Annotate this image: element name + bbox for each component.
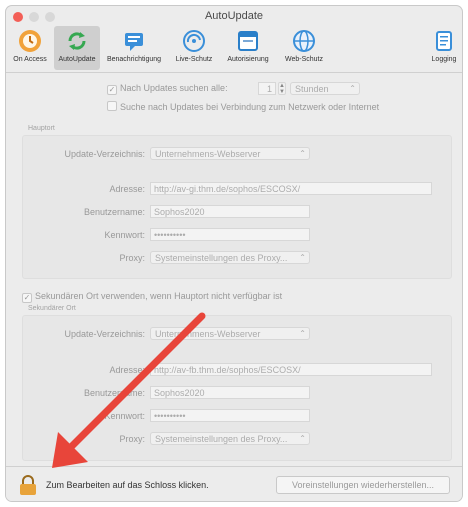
toolbar: On Access AutoUpdate Benachrichtigung Li… bbox=[6, 26, 462, 73]
primary-address-label: Adresse: bbox=[109, 184, 145, 194]
toolbar-item-notification[interactable]: Benachrichtigung bbox=[102, 26, 166, 70]
primary-username-label: Benutzername: bbox=[83, 207, 145, 217]
logging-icon bbox=[436, 31, 452, 51]
toolbar-item-on-access[interactable]: On Access bbox=[8, 26, 52, 70]
secondary-update-dir-value: Unternehmens-Webserver bbox=[155, 329, 261, 339]
primary-proxy-select[interactable]: Systemeinstellungen des Proxy... ⌃ bbox=[150, 251, 310, 264]
secondary-update-dir-select[interactable]: Unternehmens-Webserver ⌃ bbox=[150, 327, 310, 340]
toolbar-item-label: Live-Schutz bbox=[175, 56, 213, 63]
toolbar-item-authorization[interactable]: Autorisierung bbox=[220, 26, 276, 70]
autoupdate-window: AutoUpdate On Access AutoUpdate Benachri… bbox=[6, 6, 462, 501]
on-access-icon bbox=[19, 30, 41, 52]
primary-password-label: Kennwort: bbox=[104, 230, 145, 240]
chevron-updown-icon: ⌃ bbox=[299, 253, 306, 262]
secondary-username-input[interactable]: Sophos2020 bbox=[150, 386, 310, 399]
secondary-address-input[interactable]: http://av-fb.thm.de/sophos/ESCOSX/ bbox=[150, 363, 432, 376]
chevron-updown-icon: ⌃ bbox=[299, 149, 306, 158]
interval-unit-select[interactable]: Stunden ⌃ bbox=[290, 82, 360, 95]
secondary-username-label: Benutzername: bbox=[83, 388, 145, 398]
primary-password-input[interactable]: •••••••••• bbox=[150, 228, 310, 241]
primary-group: Update-Verzeichnis: Unternehmens-Webserv… bbox=[22, 135, 452, 279]
secondary-use-label: Sekundären Ort verwenden, wenn Hauptort … bbox=[35, 291, 283, 301]
lock-icon[interactable] bbox=[19, 475, 37, 495]
network-search-checkbox[interactable] bbox=[107, 101, 117, 111]
web-protection-icon bbox=[293, 30, 315, 52]
toolbar-item-autoupdate[interactable]: AutoUpdate bbox=[54, 26, 100, 70]
toolbar-item-label: Web-Schutz bbox=[285, 56, 323, 63]
interval-stepper[interactable]: ▲ ▼ bbox=[278, 82, 286, 95]
secondary-group-label: Sekundärer Ort bbox=[28, 305, 76, 312]
toolbar-item-label: Logging bbox=[431, 56, 457, 63]
toolbar-item-logging[interactable]: Logging bbox=[426, 26, 462, 70]
window-title: AutoUpdate bbox=[204, 10, 264, 22]
primary-update-dir-select[interactable]: Unternehmens-Webserver ⌃ bbox=[150, 147, 310, 160]
primary-group-label: Hauptort bbox=[28, 125, 55, 132]
chevron-updown-icon: ⌃ bbox=[299, 329, 306, 338]
primary-update-dir-value: Unternehmens-Webserver bbox=[155, 149, 261, 159]
primary-proxy-label: Proxy: bbox=[119, 253, 145, 263]
network-search-row: Suche nach Updates bei Verbindung zum Ne… bbox=[107, 101, 379, 112]
notification-icon bbox=[125, 33, 143, 51]
toolbar-item-label: On Access bbox=[13, 56, 47, 63]
primary-username-input[interactable]: Sophos2020 bbox=[150, 205, 310, 218]
settings-pane: ✓ Nach Updates suchen alle: 1 ▲ ▼ Stunden ⌃… bbox=[6, 73, 462, 468]
toolbar-item-label: AutoUpdate bbox=[58, 56, 96, 63]
secondary-use-checkbox[interactable]: ✓ bbox=[22, 293, 32, 303]
secondary-use-row: ✓ Sekundären Ort verwenden, wenn Hauptort… bbox=[22, 291, 282, 303]
bottom-bar: Zum Bearbeiten auf das Schloss klicken. … bbox=[6, 466, 462, 501]
primary-address-input[interactable]: http://av-gi.thm.de/sophos/ESCOSX/ bbox=[150, 182, 432, 195]
primary-proxy-value: Systemeinstellungen des Proxy... bbox=[155, 253, 288, 263]
check-updates-row: ✓ Nach Updates suchen alle: bbox=[107, 83, 228, 95]
lock-message: Zum Bearbeiten auf das Schloss klicken. bbox=[46, 480, 209, 490]
secondary-proxy-label: Proxy: bbox=[119, 434, 145, 444]
secondary-update-dir-label: Update-Verzeichnis: bbox=[64, 329, 145, 339]
secondary-address-label: Adresse: bbox=[109, 365, 145, 375]
live-protection-icon bbox=[183, 30, 205, 52]
title-bar: AutoUpdate bbox=[6, 6, 462, 26]
restore-defaults-button[interactable]: Voreinstellungen wiederherstellen... bbox=[276, 476, 450, 494]
check-updates-checkbox[interactable]: ✓ bbox=[107, 85, 117, 95]
toolbar-item-web-protection[interactable]: Web-Schutz bbox=[278, 26, 330, 70]
secondary-group: Update-Verzeichnis: Unternehmens-Webserv… bbox=[22, 315, 452, 461]
chevron-updown-icon: ⌃ bbox=[299, 434, 306, 443]
secondary-password-input[interactable]: •••••••••• bbox=[150, 409, 310, 422]
secondary-proxy-select[interactable]: Systemeinstellungen des Proxy... ⌃ bbox=[150, 432, 310, 445]
chevron-updown-icon: ⌃ bbox=[349, 84, 356, 93]
secondary-password-label: Kennwort: bbox=[104, 411, 145, 421]
interval-unit-value: Stunden bbox=[295, 84, 329, 94]
autoupdate-icon bbox=[68, 32, 86, 50]
check-updates-label: Nach Updates suchen alle: bbox=[120, 83, 228, 93]
interval-input[interactable]: 1 bbox=[258, 82, 276, 95]
toolbar-item-label: Autorisierung bbox=[227, 56, 269, 63]
secondary-proxy-value: Systemeinstellungen des Proxy... bbox=[155, 434, 288, 444]
network-search-label: Suche nach Updates bei Verbindung zum Ne… bbox=[120, 102, 380, 112]
toolbar-item-label: Benachrichtigung bbox=[106, 56, 162, 63]
toolbar-item-live-protection[interactable]: Live-Schutz bbox=[170, 26, 218, 70]
primary-update-dir-label: Update-Verzeichnis: bbox=[64, 149, 145, 159]
authorization-icon bbox=[238, 31, 258, 51]
